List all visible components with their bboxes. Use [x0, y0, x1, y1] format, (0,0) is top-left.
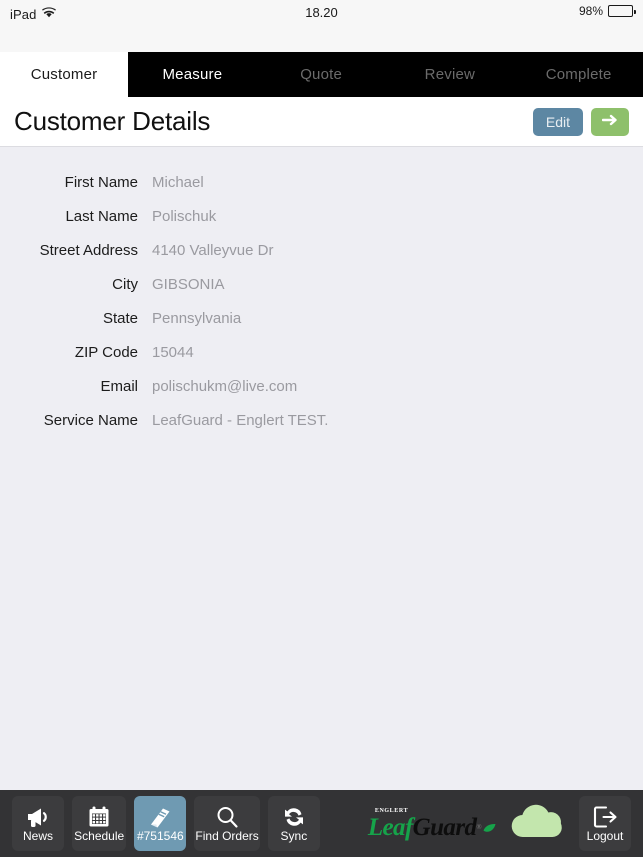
field-row-last-name: Last Name Polischuk — [0, 208, 643, 242]
field-row-service-name: Service Name LeafGuard - Englert TEST. — [0, 412, 643, 446]
field-value-state: Pennsylvania — [152, 310, 242, 327]
field-label-service-name: Service Name — [43, 412, 138, 429]
leafguard-logo: ENGLERT Leaf Guard ® — [368, 808, 497, 840]
field-row-email: Email polischukm@live.com — [0, 378, 643, 412]
tab-quote[interactable]: Quote — [257, 52, 386, 97]
field-label-last-name: Last Name — [65, 208, 138, 225]
cloud-icon — [507, 801, 571, 846]
logo-wordmark: Leaf Guard ® — [368, 815, 497, 840]
current-order-button[interactable]: #751546 — [134, 796, 187, 851]
field-row-city: City GIBSONIA — [0, 276, 643, 310]
logout-icon — [593, 805, 618, 829]
schedule-label: Schedule — [74, 828, 125, 843]
logout-button[interactable]: Logout — [579, 796, 631, 851]
logo-registered-mark: ® — [476, 822, 481, 831]
wifi-icon — [42, 5, 57, 23]
field-value-email: polischukm@live.com — [152, 378, 298, 395]
bottom-toolbar: News Schedule #751546 Find Orders Sync E… — [0, 790, 643, 857]
logo-englert-label: ENGLERT — [374, 807, 409, 814]
field-value-first-name: Michael — [152, 174, 204, 191]
page-title: Customer Details — [14, 106, 211, 136]
field-label-state: State — [102, 310, 138, 327]
sync-icon — [282, 805, 306, 829]
field-label-city: City — [112, 276, 138, 293]
field-row-street-address: Street Address 4140 Valleyvue Dr — [0, 242, 643, 276]
field-value-street-address: 4140 Valleyvue Dr — [152, 242, 274, 259]
find-orders-label: Find Orders — [195, 828, 259, 843]
customer-details-panel: First Name Michael Last Name Polischuk S… — [0, 147, 643, 790]
field-label-email: Email — [100, 378, 138, 395]
field-label-street-address: Street Address — [39, 242, 138, 259]
next-step-button[interactable] — [591, 107, 629, 136]
sync-label: Sync — [280, 828, 308, 843]
status-bar: iPad 18.20 98% — [0, 0, 643, 52]
field-value-zip-code: 15044 — [152, 344, 194, 361]
header-actions: Edit — [532, 107, 629, 136]
megaphone-icon — [25, 805, 51, 829]
field-label-first-name: First Name — [64, 174, 138, 191]
brand-area: ENGLERT Leaf Guard ® — [328, 801, 571, 846]
logout-label: Logout — [586, 828, 624, 843]
tab-customer[interactable]: Customer — [0, 52, 128, 97]
battery-icon — [608, 5, 636, 17]
schedule-button[interactable]: Schedule — [72, 796, 127, 851]
status-bar-right: 98% — [578, 4, 636, 18]
tab-complete[interactable]: Complete — [514, 52, 643, 97]
field-value-last-name: Polischuk — [152, 208, 217, 225]
leaf-accent-icon — [482, 815, 497, 840]
field-value-city: GIBSONIA — [152, 276, 225, 293]
workflow-tab-bar: Customer Measure Quote Review Complete — [0, 52, 643, 97]
current-order-label: #751546 — [136, 828, 184, 843]
edit-button[interactable]: Edit — [532, 107, 583, 136]
sync-button[interactable]: Sync — [267, 796, 320, 851]
book-icon — [147, 805, 173, 829]
find-orders-button[interactable]: Find Orders — [194, 796, 260, 851]
field-value-service-name: LeafGuard - Englert TEST. — [152, 412, 329, 429]
arrow-right-icon — [601, 113, 619, 130]
tab-review[interactable]: Review — [386, 52, 515, 97]
search-icon — [215, 805, 239, 829]
field-row-zip-code: ZIP Code 15044 — [0, 344, 643, 378]
logo-guard-text: Guard — [412, 813, 477, 841]
status-clock: 18.20 — [305, 5, 338, 20]
tab-measure[interactable]: Measure — [128, 52, 257, 97]
logo-leaf-text: Leaf — [367, 813, 413, 841]
field-label-zip-code: ZIP Code — [74, 344, 138, 361]
app-root: iPad 18.20 98% Customer Measure Quote Re… — [0, 0, 643, 857]
battery-percent-label: 98% — [578, 4, 603, 18]
field-row-first-name: First Name Michael — [0, 174, 643, 208]
field-row-state: State Pennsylvania — [0, 310, 643, 344]
status-bar-left: iPad — [10, 5, 57, 23]
news-label: News — [22, 828, 53, 843]
status-device-label: iPad — [10, 6, 37, 22]
page-header: Customer Details Edit — [0, 97, 643, 147]
news-button[interactable]: News — [12, 796, 64, 851]
calendar-icon — [87, 805, 111, 829]
